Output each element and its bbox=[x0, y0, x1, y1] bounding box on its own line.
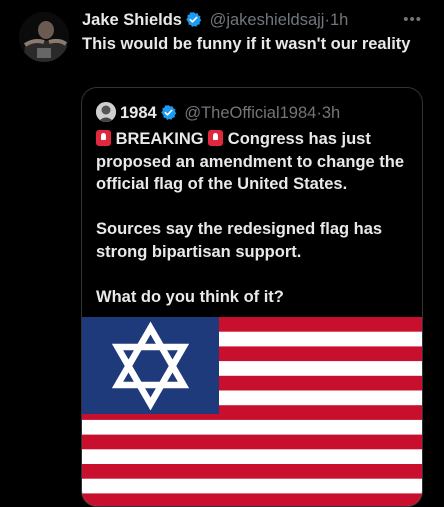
quoted-tweet-text: BREAKING Congress has just proposed an a… bbox=[96, 128, 408, 308]
tweet: Jake Shields @jakeshieldsajj·1h ••• This… bbox=[0, 0, 444, 507]
tweet-header: Jake Shields @jakeshieldsajj·1h bbox=[82, 9, 432, 31]
author-name[interactable]: Jake Shields bbox=[82, 11, 182, 29]
breaking-label: BREAKING bbox=[115, 130, 204, 148]
quoted-tweet[interactable]: 1984 @TheOfficial1984·3h BREAKING Congre… bbox=[81, 87, 423, 507]
quoted-tweet-header: 1984 @TheOfficial1984·3h bbox=[96, 102, 340, 124]
quoted-author-handle[interactable]: @TheOfficial1984 bbox=[184, 104, 316, 122]
more-horizontal-icon[interactable]: ••• bbox=[403, 11, 422, 28]
siren-icon bbox=[96, 130, 111, 146]
tweet-text: This would be funny if it wasn't our rea… bbox=[82, 35, 411, 53]
quoted-paragraph-2: Sources say the redesigned flag has stro… bbox=[96, 220, 383, 261]
author-avatar[interactable] bbox=[19, 12, 69, 62]
timestamp[interactable]: 1h bbox=[330, 11, 348, 29]
quoted-author-avatar[interactable] bbox=[96, 102, 116, 122]
flag-image[interactable] bbox=[82, 317, 422, 506]
author-handle[interactable]: @jakeshieldsajj bbox=[210, 11, 325, 29]
quoted-paragraph-1: BREAKING Congress has just proposed an a… bbox=[96, 128, 408, 196]
quoted-paragraph-3: What do you think of it? bbox=[96, 287, 284, 306]
verified-badge-icon bbox=[160, 104, 177, 127]
quoted-timestamp[interactable]: 3h bbox=[322, 104, 340, 122]
siren-icon bbox=[208, 130, 224, 146]
verified-badge-icon bbox=[185, 11, 202, 34]
quoted-author-name[interactable]: 1984 bbox=[120, 104, 157, 122]
